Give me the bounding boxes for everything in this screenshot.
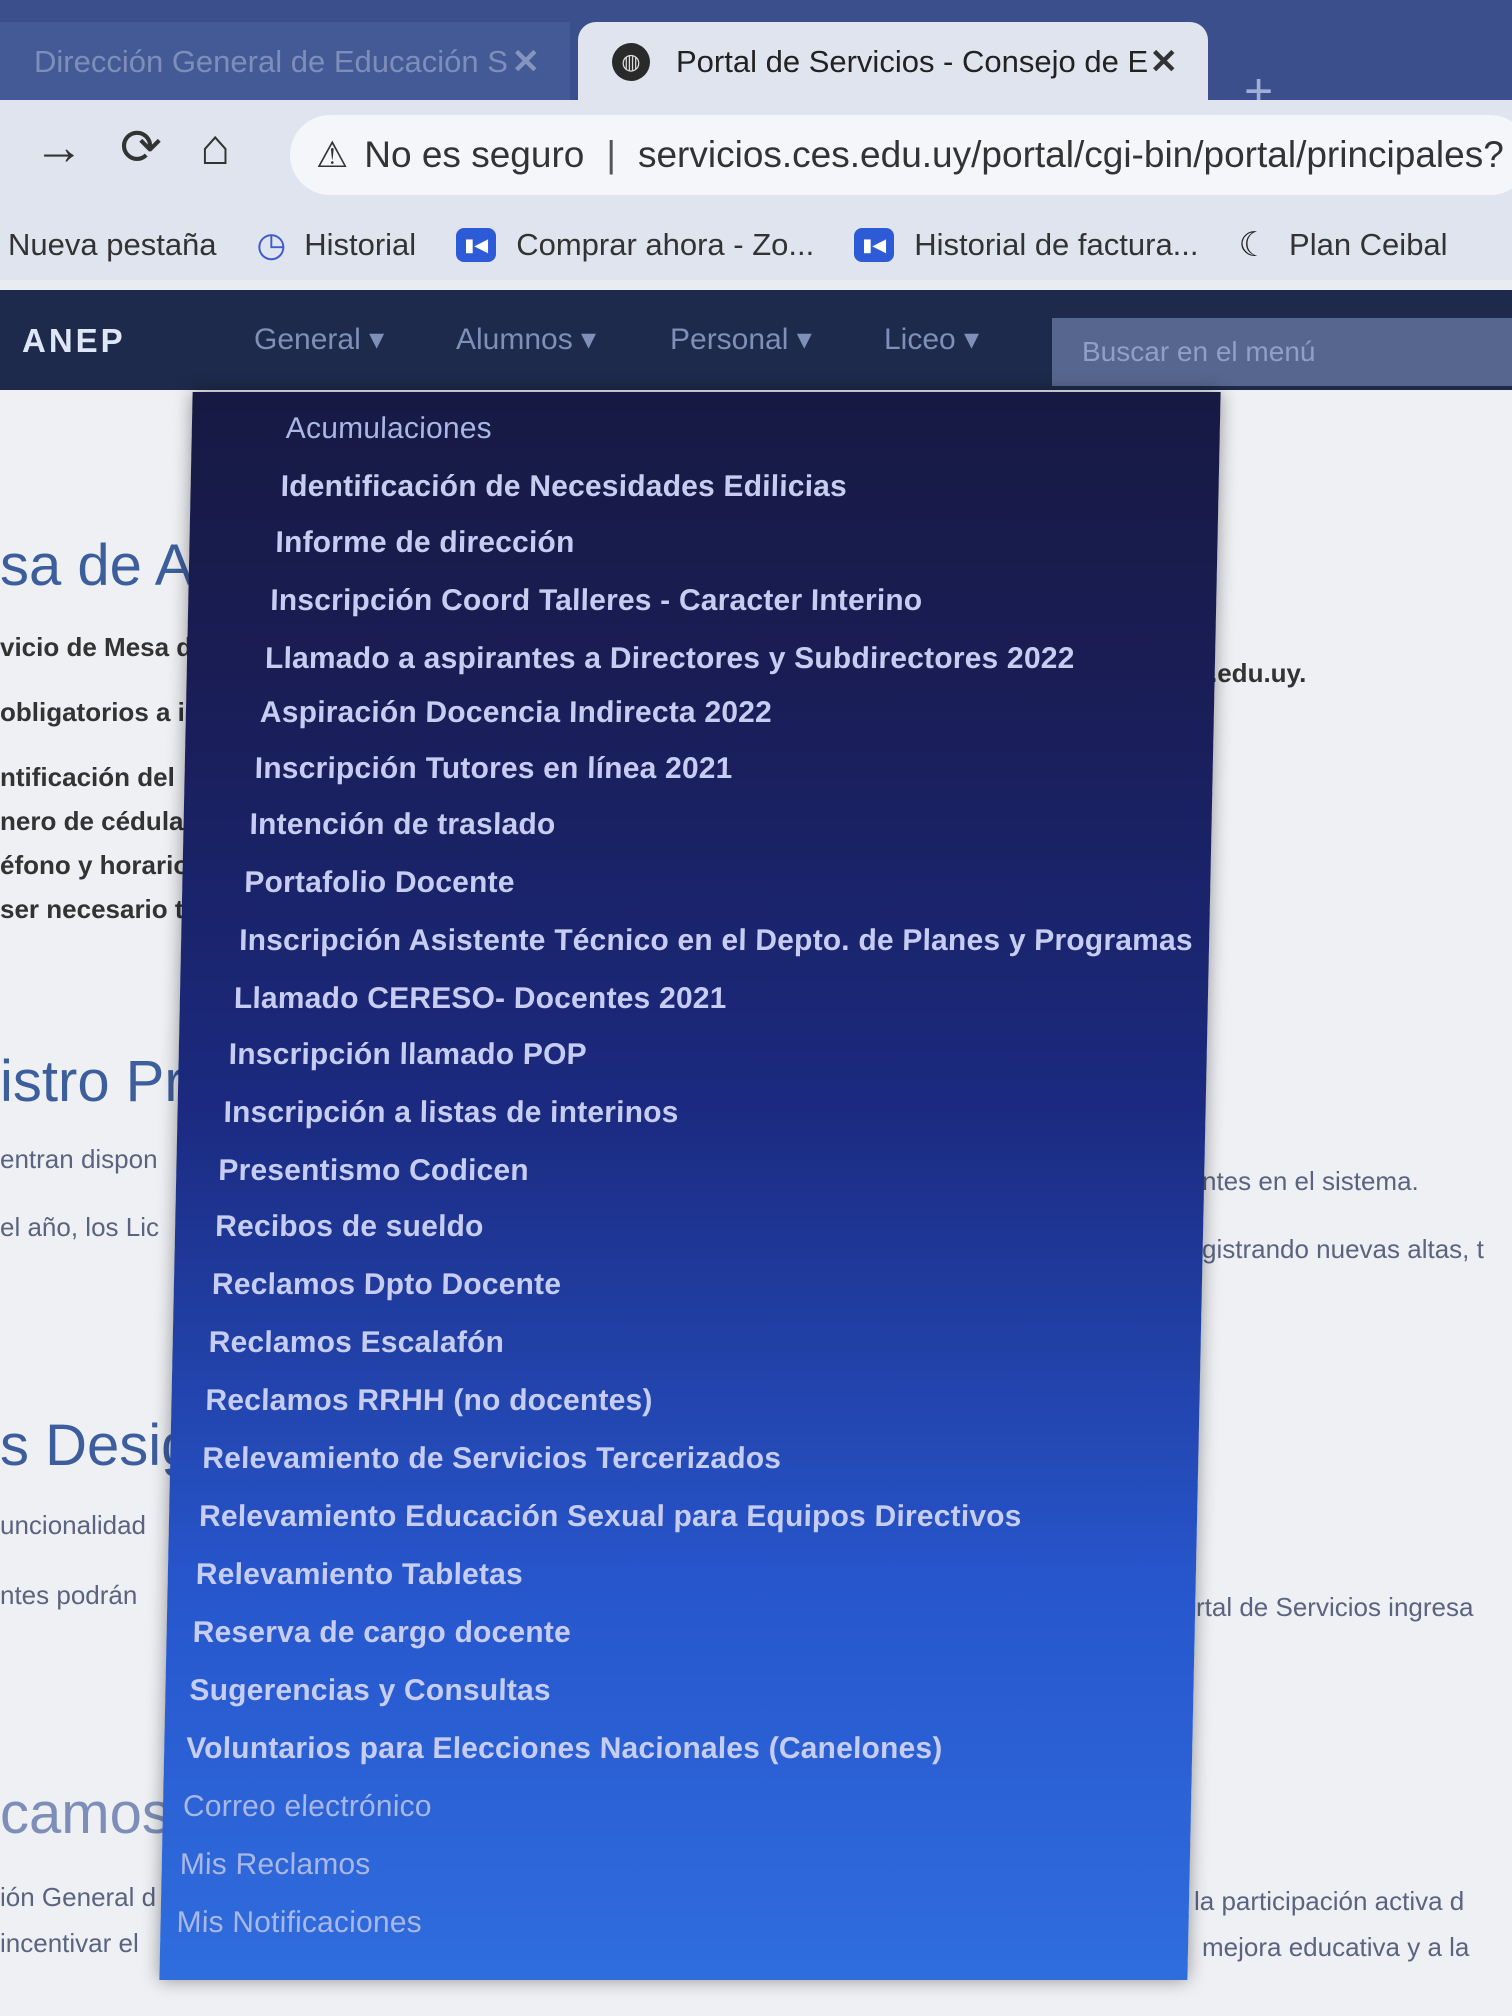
text-line: gistrando nuevas altas, t bbox=[1202, 1234, 1484, 1264]
text-line: incentivar el bbox=[0, 1928, 139, 1958]
bookmark-history[interactable]: ◷ Historial bbox=[257, 225, 417, 265]
tab-title: Portal de Servicios - Consejo de E bbox=[676, 44, 1149, 79]
bookmarks-bar: Nueva pestaña ◷ Historial ▮◀ Comprar aho… bbox=[0, 210, 1512, 280]
globe-icon: ◍ bbox=[612, 43, 650, 81]
text-line: la participación activa d bbox=[1194, 1886, 1465, 1916]
text-line: éfono y horario bbox=[0, 850, 190, 880]
text-line: obligatorios a ir bbox=[0, 697, 196, 727]
url-text: servicios.ces.edu.uy/portal/cgi-bin/port… bbox=[637, 134, 1504, 175]
general-dropdown-menu: Acumulaciones Identificación de Necesida… bbox=[159, 392, 1221, 1980]
zoom-icon: ▮◀ bbox=[456, 228, 497, 262]
warning-icon: ⚠ bbox=[316, 134, 349, 175]
text-line: entran dispon bbox=[0, 1144, 158, 1174]
menu-item-llamado-pop[interactable]: Inscripción llamado POP bbox=[228, 1038, 587, 1072]
bookmark-label: Historial de factura... bbox=[914, 227, 1199, 262]
menu-item-llamado-directores[interactable]: Llamado a aspirantes a Directores y Subd… bbox=[265, 642, 1075, 676]
text-line: nero de cédula bbox=[0, 806, 184, 836]
text-line: vicio de Mesa de bbox=[0, 632, 207, 662]
text-line: ser necesario ta bbox=[0, 894, 199, 924]
brand-logo[interactable]: ANEP bbox=[22, 322, 126, 360]
address-bar[interactable]: ⚠ No es seguro | servicios.ces.edu.uy/po… bbox=[290, 115, 1512, 195]
forward-icon[interactable]: → bbox=[34, 118, 84, 176]
menu-item-sugerencias[interactable]: Sugerencias y Consultas bbox=[189, 1674, 551, 1708]
text-line: el año, los Lic bbox=[0, 1212, 159, 1242]
moon-icon: ☾ bbox=[1238, 226, 1270, 264]
history-icon: ◷ bbox=[256, 226, 287, 264]
menu-item-recibos-sueldo[interactable]: Recibos de sueldo bbox=[215, 1210, 484, 1244]
menu-item-acumulaciones[interactable]: Acumulaciones bbox=[286, 412, 493, 446]
browser-tab-active[interactable]: ◍ Portal de Servicios - Consejo de E ✕ bbox=[578, 22, 1208, 102]
text-line: rtal de Servicios ingresa bbox=[1196, 1592, 1474, 1622]
bookmark-zoom-billing[interactable]: ▮◀ Historial de factura... bbox=[854, 227, 1199, 263]
text-line: .edu.uy. bbox=[1210, 658, 1307, 688]
menu-item-reclamos-dpto-docente[interactable]: Reclamos Dpto Docente bbox=[212, 1268, 562, 1302]
menu-item-informe-direccion[interactable]: Informe de dirección bbox=[275, 526, 575, 560]
menu-item-educacion-sexual[interactable]: Relevamiento Educación Sexual para Equip… bbox=[199, 1500, 1022, 1534]
menu-item-necesidades-edilicias[interactable]: Identificación de Necesidades Edilicias bbox=[280, 470, 847, 504]
text-line: uncionalidad bbox=[0, 1510, 147, 1540]
security-label: No es seguro bbox=[364, 134, 585, 175]
text-line: mejora educativa y a la bbox=[1202, 1932, 1470, 1962]
browser-tab-inactive[interactable]: Dirección General de Educación S ✕ bbox=[0, 22, 570, 102]
zoom-icon: ▮◀ bbox=[854, 228, 895, 262]
menu-item-tutores-linea[interactable]: Inscripción Tutores en línea 2021 bbox=[254, 752, 733, 786]
menu-item-reclamos-escalafon[interactable]: Reclamos Escalafón bbox=[208, 1326, 504, 1360]
nav-alumnos[interactable]: Alumnos ▾ bbox=[456, 322, 596, 357]
close-icon[interactable]: ✕ bbox=[512, 42, 541, 82]
menu-item-servicios-tercerizados[interactable]: Relevamiento de Servicios Tercerizados bbox=[202, 1442, 782, 1476]
menu-item-mis-reclamos[interactable]: Mis Reclamos bbox=[179, 1848, 370, 1882]
menu-item-voluntarios-elecciones[interactable]: Voluntarios para Elecciones Nacionales (… bbox=[186, 1732, 943, 1766]
tab-title: Dirección General de Educación S bbox=[34, 44, 508, 79]
menu-item-reserva-cargo[interactable]: Reserva de cargo docente bbox=[192, 1616, 571, 1650]
divider: | bbox=[606, 134, 616, 175]
text-line: ión General d bbox=[0, 1882, 157, 1912]
menu-item-reclamos-rrhh[interactable]: Reclamos RRHH (no docentes) bbox=[205, 1384, 653, 1418]
menu-item-intencion-traslado[interactable]: Intención de traslado bbox=[249, 808, 556, 842]
menu-item-listas-interinos[interactable]: Inscripción a listas de interinos bbox=[223, 1096, 679, 1130]
menu-item-coord-talleres[interactable]: Inscripción Coord Talleres - Caracter In… bbox=[270, 584, 923, 618]
section-heading: camos bbox=[0, 1781, 171, 1846]
bookmark-label: Historial bbox=[304, 227, 417, 262]
menu-item-mis-notificaciones[interactable]: Mis Notificaciones bbox=[176, 1906, 422, 1940]
section-heading: s Desig bbox=[0, 1413, 194, 1478]
bookmark-new-tab[interactable]: Nueva pestaña bbox=[8, 227, 217, 263]
text-line: ntes en el sistema. bbox=[1202, 1166, 1419, 1196]
bookmark-zoom-buy[interactable]: ▮◀ Comprar ahora - Zo... bbox=[456, 227, 814, 263]
menu-item-docencia-indirecta[interactable]: Aspiración Docencia Indirecta 2022 bbox=[260, 696, 773, 730]
menu-item-asistente-tecnico[interactable]: Inscripción Asistente Técnico en el Dept… bbox=[239, 924, 1193, 958]
menu-item-relevamiento-tabletas[interactable]: Relevamiento Tabletas bbox=[195, 1558, 524, 1592]
nav-personal[interactable]: Personal ▾ bbox=[670, 322, 812, 357]
menu-item-cereso[interactable]: Llamado CERESO- Docentes 2021 bbox=[234, 982, 727, 1016]
home-icon[interactable]: ⌂ bbox=[200, 118, 230, 176]
text-line: ntificación del bbox=[0, 762, 175, 792]
bookmark-label: Nueva pestaña bbox=[8, 227, 217, 262]
menu-item-presentismo-codicen[interactable]: Presentismo Codicen bbox=[218, 1154, 529, 1188]
text-line: ntes podrán bbox=[0, 1580, 138, 1610]
reload-icon[interactable]: ⟳ bbox=[120, 118, 162, 176]
search-placeholder: Buscar en el menú bbox=[1082, 336, 1316, 367]
nav-general[interactable]: General ▾ bbox=[254, 322, 384, 357]
close-icon[interactable]: ✕ bbox=[1150, 42, 1179, 82]
nav-liceo[interactable]: Liceo ▾ bbox=[884, 322, 979, 357]
section-heading: istro Pr bbox=[0, 1049, 184, 1114]
bookmark-plan-ceibal[interactable]: ☾ Plan Ceibal bbox=[1239, 225, 1448, 265]
menu-item-portafolio-docente[interactable]: Portafolio Docente bbox=[244, 866, 515, 900]
bookmark-label: Plan Ceibal bbox=[1289, 227, 1448, 262]
menu-search-input[interactable]: Buscar en el menú bbox=[1052, 318, 1512, 386]
bookmark-label: Comprar ahora - Zo... bbox=[516, 227, 815, 262]
menu-item-correo[interactable]: Correo electrónico bbox=[183, 1790, 432, 1824]
